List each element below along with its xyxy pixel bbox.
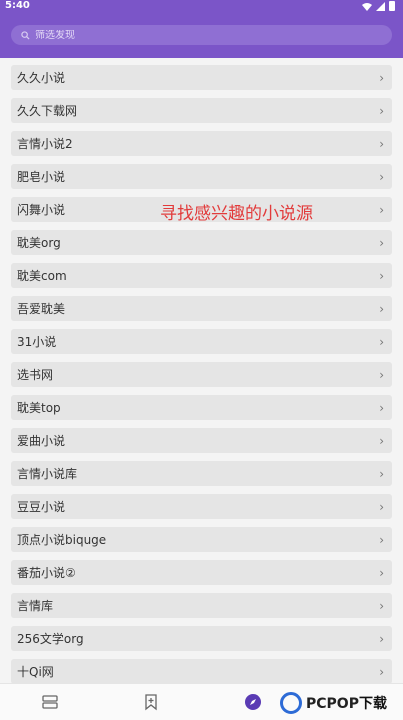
search-bar[interactable] [11,25,392,45]
app-header: 5:40 [0,0,403,58]
pcpop-logo: PCPOP下载 [280,684,403,720]
source-item-label: 久久小说 [17,71,66,85]
chevron-right-icon: › [379,401,384,415]
source-item[interactable]: 爱曲小说 › [11,428,392,453]
wifi-icon [362,2,372,11]
source-item[interactable]: 耽美com › [11,263,392,288]
source-item[interactable]: 耽美org › [11,230,392,255]
source-item-label: 耽美com [17,269,67,283]
source-item-label: 肥皂小说 [17,170,66,184]
bookmark-add-icon[interactable] [142,693,160,711]
source-item-label: 言情小说2 [17,137,73,151]
source-item-label: 番茄小说② [17,566,76,580]
chevron-right-icon: › [379,335,384,349]
annotation-text: 寻找感兴趣的小说源 [160,204,313,224]
battery-icon [389,1,395,11]
chevron-right-icon: › [379,137,384,151]
source-item-label: 言情库 [17,599,54,613]
signal-icon [376,1,385,11]
chevron-right-icon: › [379,71,384,85]
chevron-right-icon: › [379,632,384,646]
search-input[interactable] [35,29,335,41]
chevron-right-icon: › [379,170,384,184]
chevron-right-icon: › [379,203,384,217]
source-item-label: 吾爱耽美 [17,302,66,316]
status-bar: 5:40 [0,0,403,14]
source-item[interactable]: 言情小说2 › [11,131,392,156]
source-item-label: 爱曲小说 [17,434,66,448]
source-item[interactable]: 256文学org › [11,626,392,651]
chevron-right-icon: › [379,533,384,547]
chevron-right-icon: › [379,500,384,514]
source-item[interactable]: 耽美top › [11,395,392,420]
pcpop-logo-mark [280,691,302,714]
chevron-right-icon: › [379,302,384,316]
status-icons [362,1,395,11]
source-item[interactable]: 言情库 › [11,593,392,618]
chevron-right-icon: › [379,368,384,382]
source-item[interactable]: 顶点小说biquge › [11,527,392,552]
chevron-right-icon: › [379,467,384,481]
source-item[interactable]: 番茄小说② › [11,560,392,585]
source-item[interactable]: 久久下载网 › [11,98,392,123]
source-item[interactable]: 言情小说库 › [11,461,392,486]
chevron-right-icon: › [379,566,384,580]
source-item[interactable]: 豆豆小说 › [11,494,392,519]
search-icon [21,30,30,40]
source-item-label: 顶点小说biquge [17,533,107,547]
source-item-label: 31小说 [17,335,57,349]
source-item[interactable]: 吾爱耽美 › [11,296,392,321]
source-item-label: 言情小说库 [17,467,78,481]
source-item-label: 耽美org [17,236,61,250]
bookshelf-icon[interactable] [41,693,59,711]
chevron-right-icon: › [379,434,384,448]
source-item-label: 久久下载网 [17,104,78,118]
source-item-label: 256文学org [17,632,84,646]
source-item[interactable]: 十Qi网 › [11,659,392,684]
chevron-right-icon: › [379,599,384,613]
status-time: 5:40 [5,0,30,11]
source-item-label: 豆豆小说 [17,500,66,514]
chevron-right-icon: › [379,665,384,679]
pcpop-logo-text: PCPOP下载 [306,695,387,712]
source-item[interactable]: 31小说 › [11,329,392,354]
source-item[interactable]: 肥皂小说 › [11,164,392,189]
compass-icon[interactable] [244,693,262,711]
chevron-right-icon: › [379,104,384,118]
source-item[interactable]: 久久小说 › [11,65,392,90]
source-item-label: 十Qi网 [17,665,54,679]
bottom-nav: PCPOP下载 [0,683,403,720]
source-item-label: 耽美top [17,401,61,415]
source-item-label: 选书网 [17,368,54,382]
chevron-right-icon: › [379,269,384,283]
source-item[interactable]: 选书网 › [11,362,392,387]
chevron-right-icon: › [379,236,384,250]
source-item-label: 闪舞小说 [17,203,66,217]
source-list: 久久小说 › 久久下载网 › 言情小说2 › 肥皂小说 › 闪舞小说 › 耽美org › 耽美com › 吾… [11,65,392,692]
